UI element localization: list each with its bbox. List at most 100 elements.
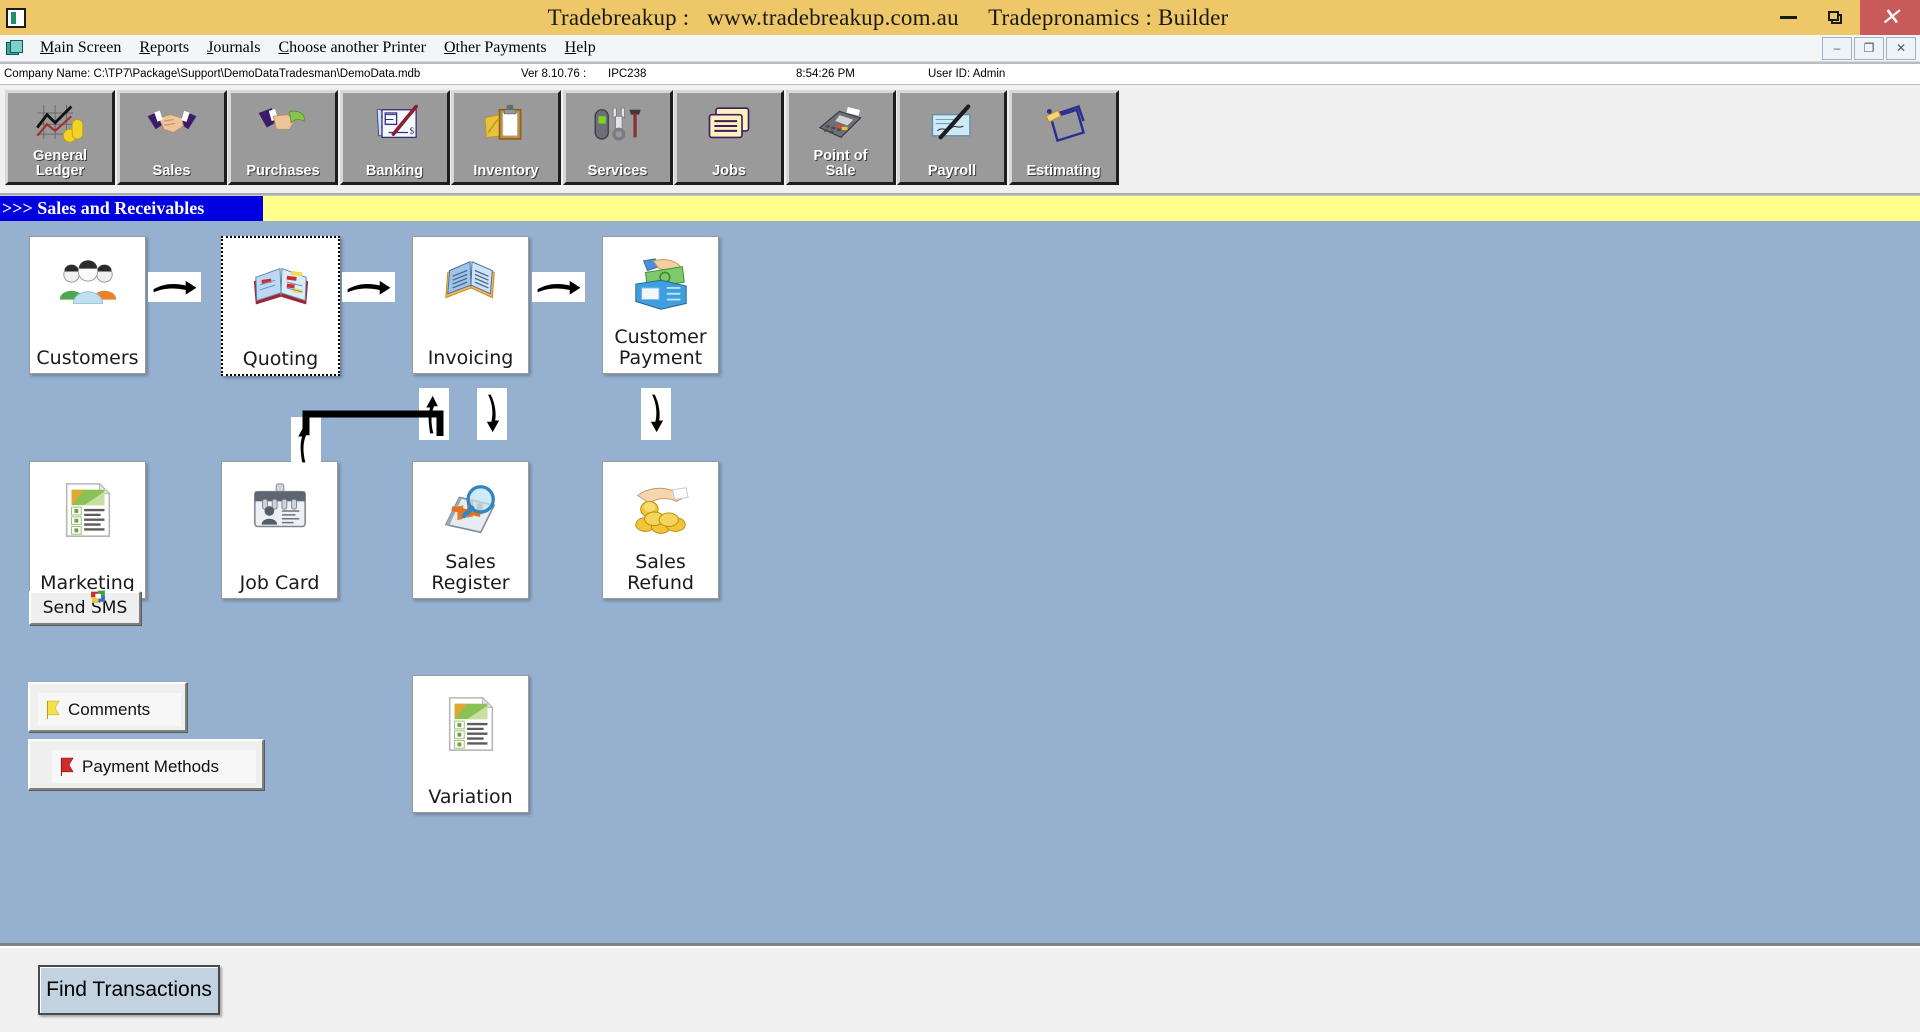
user-id-text: User ID: Admin (928, 68, 1006, 80)
module-button-inventory[interactable]: Inventory (451, 90, 561, 185)
module-button-general-ledger[interactable]: General Ledger (5, 90, 115, 185)
module-button-label: Sales (152, 163, 191, 179)
flow-arrow-invoicing-to-payment (532, 272, 585, 302)
find-transactions-button[interactable]: Find Transactions (38, 965, 220, 1015)
restore-icon (1828, 10, 1844, 25)
menu-bar: Main Screen Reports Journals Choose anot… (0, 35, 1920, 62)
module-button-sales[interactable]: Sales (116, 90, 227, 185)
menu-item-help[interactable]: Help (556, 39, 605, 57)
button-label: Send SMS (42, 598, 128, 618)
hand-cash-wallet-icon (603, 247, 718, 325)
version-text: Ver 8.10.76 : (521, 68, 587, 80)
hand-money-icon (231, 99, 335, 153)
mdi-restore-button[interactable]: ❐ (1854, 36, 1884, 60)
module-button-label: Services (587, 163, 648, 179)
minimize-icon (1779, 16, 1797, 19)
workflow-tile-sales-refund[interactable]: Sales Refund (602, 461, 719, 599)
module-button-label: Inventory (473, 163, 539, 179)
menu-item-choose-another-printer[interactable]: Choose another Printer (269, 39, 435, 57)
flow-connector-elbow (302, 410, 444, 436)
module-button-label: Payroll (927, 163, 977, 179)
workflow-tile-label: Invoicing (427, 347, 514, 369)
window-close-button[interactable]: ✕ (1860, 0, 1920, 35)
workflow-tile-marketing[interactable]: Marketing (29, 461, 146, 599)
module-button-payroll[interactable]: Payroll (897, 90, 1007, 185)
svg-text:$: $ (409, 126, 414, 136)
handshake-icon (120, 99, 224, 153)
people-group-icon (30, 247, 145, 325)
company-name-text: Company Name: C:\TP7\Package\Support\Dem… (4, 68, 421, 80)
button-face: Comments (38, 693, 181, 726)
flow-arrow-payment-down (641, 388, 671, 440)
workflow-tile-job-card[interactable]: Job Card (221, 461, 338, 599)
tools-icon (566, 99, 670, 153)
red-flag-icon (58, 756, 80, 778)
window-minimize-button[interactable] (1764, 0, 1812, 35)
button-payment-methods[interactable]: Payment Methods (28, 739, 264, 790)
module-toolbar: General Ledger Sales Purchases $ Banking Inve… (0, 85, 1920, 195)
mdi-close-button[interactable]: ✕ (1886, 36, 1916, 60)
workflow-tile-label: Variation (428, 786, 513, 808)
workflow-tile-label: Quoting (242, 348, 319, 370)
module-button-jobs[interactable]: Jobs (674, 90, 784, 185)
workflow-tile-sales-register[interactable]: Sales Register (412, 461, 529, 599)
open-book-quote-icon (223, 248, 338, 326)
document-chart-icon (413, 686, 528, 764)
workflow-tile-invoicing[interactable]: Invoicing (412, 236, 529, 374)
menu-item-journals[interactable]: Journals (198, 39, 269, 57)
cheque-pen-icon: $ (343, 99, 447, 153)
module-button-label: Purchases (246, 163, 320, 179)
workflow-tile-quoting[interactable]: Quoting (221, 236, 340, 376)
footer-bar: Find Transactions (0, 946, 1920, 1032)
menu-item-other-payments[interactable]: Other Payments (435, 39, 556, 57)
module-button-label: Estimating (1026, 163, 1101, 179)
application-window: Tradebreakup : www.tradebreakup.com.au T… (0, 0, 1920, 1032)
sms-colored-icon (90, 589, 107, 611)
window-restore-button[interactable] (1812, 0, 1860, 35)
title-bar: Tradebreakup : www.tradebreakup.com.au T… (0, 0, 1920, 35)
yellow-flag-icon (44, 699, 66, 721)
workflow-tile-customers[interactable]: Customers (29, 236, 146, 374)
section-banner-title: >>> Sales and Receivables (0, 196, 263, 221)
module-button-estimating[interactable]: Estimating (1008, 90, 1119, 185)
id-badge-icon (222, 472, 337, 550)
button-label: Payment Methods (82, 756, 220, 776)
module-button-point-of-sale[interactable]: Point of Sale (785, 90, 896, 185)
flow-arrow-customers-to-quoting (148, 272, 201, 302)
module-button-label: Point of Sale (813, 148, 868, 179)
window-title: Tradebreakup : www.tradebreakup.com.au T… (547, 4, 1229, 30)
status-info-bar: Company Name: C:\TP7\Package\Support\Dem… (0, 62, 1920, 85)
menu-item-main-screen[interactable]: Main Screen (31, 39, 130, 57)
module-button-purchases[interactable]: Purchases (228, 90, 338, 185)
module-button-services[interactable]: Services (562, 90, 673, 185)
workflow-canvas: Customers Quoting Invoicing Customer Paymen… (0, 221, 1920, 946)
module-button-label: General Ledger (33, 148, 87, 179)
button-face: Payment Methods (52, 750, 256, 783)
cheque-signature-icon (900, 99, 1004, 153)
button-label: Comments (68, 699, 151, 719)
document-chart-icon (30, 472, 145, 550)
eftpos-terminal-icon (789, 99, 893, 153)
workflow-tile-label: Sales Register (431, 551, 510, 594)
mdi-minimize-button[interactable]: – (1822, 36, 1852, 60)
button-send-sms[interactable]: Send SMS (29, 589, 141, 625)
close-icon: ✕ (1879, 3, 1901, 31)
workflow-tile-label: Customer Payment (614, 326, 707, 369)
clock-text: 8:54:26 PM (796, 68, 855, 80)
window-controls: ✕ (1764, 0, 1920, 35)
module-button-label: Jobs (712, 163, 746, 179)
chart-magnifier-icon (413, 472, 528, 550)
menu-item-reports[interactable]: Reports (130, 39, 198, 57)
workflow-tile-label: Customers (36, 347, 139, 369)
app-window-icon (6, 7, 26, 28)
workflow-tile-customer-payment[interactable]: Customer Payment (602, 236, 719, 374)
module-button-banking[interactable]: $ Banking (339, 90, 450, 185)
workflow-tile-label: Job Card (239, 572, 320, 594)
mdi-windows-icon (6, 40, 23, 56)
workflow-tile-variation[interactable]: Variation (412, 675, 529, 813)
button-comments[interactable]: Comments (28, 682, 187, 732)
cards-icon (677, 99, 781, 153)
chart-coins-icon (8, 99, 112, 153)
hand-coins-icon (603, 472, 718, 550)
flow-arrow-invoicing-down (477, 388, 507, 440)
